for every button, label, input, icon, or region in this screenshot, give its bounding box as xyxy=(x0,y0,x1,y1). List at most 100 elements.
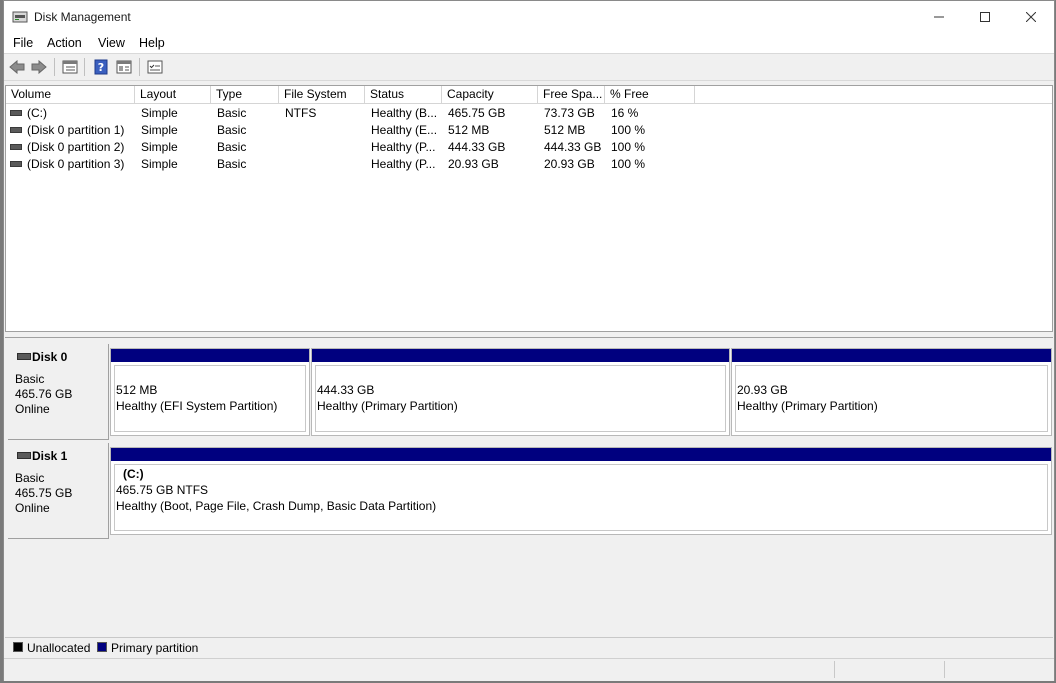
drive-icon xyxy=(10,127,22,133)
partition-disk0-efi[interactable]: 512 MB Healthy (EFI System Partition) xyxy=(110,348,310,436)
volume-list[interactable]: Volume Layout Type File System Status Ca… xyxy=(5,85,1053,332)
cell-volume: (Disk 0 partition 3) xyxy=(27,157,125,171)
column-header-layout[interactable]: Layout xyxy=(135,86,211,103)
cell-type: Basic xyxy=(217,123,247,137)
disk-type: Basic xyxy=(15,372,45,386)
disk-name: Disk 0 xyxy=(32,350,68,364)
settings-button[interactable] xyxy=(145,58,165,76)
back-arrow-icon xyxy=(9,60,25,74)
disk-graphical-view: Disk 0 Basic 465.76 GB Online 512 MB Hea… xyxy=(5,337,1053,634)
disk-icon xyxy=(17,353,31,360)
disk-0-label[interactable]: Disk 0 Basic 465.76 GB Online xyxy=(8,344,109,440)
disk-1-label[interactable]: Disk 1 Basic 465.75 GB Online xyxy=(8,443,109,539)
column-header-free-space[interactable]: Free Spa... xyxy=(538,86,605,103)
column-header-capacity[interactable]: Capacity xyxy=(442,86,538,103)
cell-capacity: 465.75 GB xyxy=(448,106,506,120)
disk-management-window: Disk Management File Action View Help ? xyxy=(3,0,1055,681)
cell-status: Healthy (P... xyxy=(371,157,436,171)
legend-label-primary: Primary partition xyxy=(111,641,199,655)
cell-volume: (Disk 0 partition 1) xyxy=(27,123,125,137)
maximize-icon xyxy=(980,12,990,22)
volume-list-icon xyxy=(62,60,78,74)
status-pane xyxy=(944,661,945,678)
cell-type: Basic xyxy=(217,140,247,154)
partition-disk0-primary-2[interactable]: 444.33 GB Healthy (Primary Partition) xyxy=(311,348,730,436)
menu-view[interactable]: View xyxy=(98,36,125,50)
column-header-type[interactable]: Type xyxy=(211,86,279,103)
drive-icon xyxy=(10,144,22,150)
partition-size: 444.33 GB xyxy=(317,383,375,397)
cell-capacity: 512 MB xyxy=(448,123,490,137)
table-row[interactable]: (Disk 0 partition 2) Simple Basic Health… xyxy=(6,139,1052,156)
cell-layout: Simple xyxy=(141,123,178,137)
toolbar: ? xyxy=(4,53,1054,81)
cell-percent-free: 16 % xyxy=(611,106,639,120)
settings-icon xyxy=(147,60,163,74)
cell-volume: (C:) xyxy=(27,106,47,120)
legend-label-unallocated: Unallocated xyxy=(27,641,91,655)
cell-capacity: 20.93 GB xyxy=(448,157,499,171)
partition-disk0-primary-3[interactable]: 20.93 GB Healthy (Primary Partition) xyxy=(731,348,1052,436)
title-bar[interactable]: Disk Management xyxy=(4,1,1054,33)
help-button[interactable]: ? xyxy=(91,58,111,76)
toolbar-separator xyxy=(139,58,140,76)
toolbar-separator xyxy=(84,58,85,76)
cell-free-space: 73.73 GB xyxy=(544,106,595,120)
column-header-row: Volume Layout Type File System Status Ca… xyxy=(6,86,1052,104)
disk-size: 465.76 GB xyxy=(15,387,73,401)
disk-state: Online xyxy=(15,501,50,515)
partition-size: 512 MB xyxy=(116,383,158,397)
minimize-button[interactable] xyxy=(916,1,962,33)
properties-icon xyxy=(116,60,132,74)
volume-list-button[interactable] xyxy=(60,58,80,76)
cell-type: Basic xyxy=(217,157,247,171)
partition-size: 465.75 GB NTFS xyxy=(116,483,209,497)
maximize-button[interactable] xyxy=(962,1,1008,33)
partition-title: (C:) xyxy=(123,467,144,481)
partition-body xyxy=(114,464,1048,531)
cell-percent-free: 100 % xyxy=(611,140,646,154)
back-button[interactable] xyxy=(7,58,27,76)
partition-status: Healthy (Primary Partition) xyxy=(317,399,458,413)
legend-swatch-primary xyxy=(97,642,107,652)
partition-size: 20.93 GB xyxy=(737,383,788,397)
svg-text:?: ? xyxy=(98,61,104,74)
cell-status: Healthy (E... xyxy=(371,123,438,137)
menu-file[interactable]: File xyxy=(13,36,33,50)
column-header-percent-free[interactable]: % Free xyxy=(605,86,695,103)
column-header-volume[interactable]: Volume xyxy=(6,86,135,103)
partition-bar xyxy=(111,349,309,362)
partition-bar xyxy=(312,349,729,362)
table-row[interactable]: (C:) Simple Basic NTFS Healthy (B... 465… xyxy=(6,105,1052,122)
disk-state: Online xyxy=(15,402,50,416)
cell-type: Basic xyxy=(217,106,247,120)
table-row[interactable]: (Disk 0 partition 3) Simple Basic Health… xyxy=(6,156,1052,173)
table-row[interactable]: (Disk 0 partition 1) Simple Basic Health… xyxy=(6,122,1052,139)
partition-status: Healthy (EFI System Partition) xyxy=(116,399,278,413)
status-pane xyxy=(834,661,835,678)
cell-free-space: 444.33 GB xyxy=(544,140,602,154)
column-header-status[interactable]: Status xyxy=(365,86,442,103)
menu-action[interactable]: Action xyxy=(47,36,82,50)
menu-bar: File Action View Help xyxy=(4,33,1054,53)
legend-swatch-unallocated xyxy=(13,642,23,652)
properties-button[interactable] xyxy=(114,58,134,76)
cell-volume: (Disk 0 partition 2) xyxy=(27,140,125,154)
partition-bar xyxy=(111,448,1051,461)
cell-layout: Simple xyxy=(141,140,178,154)
forward-button[interactable] xyxy=(29,58,49,76)
help-icon: ? xyxy=(94,59,108,75)
menu-help[interactable]: Help xyxy=(139,36,165,50)
partition-status: Healthy (Boot, Page File, Crash Dump, Ba… xyxy=(116,499,437,513)
partition-status: Healthy (Primary Partition) xyxy=(737,399,878,413)
cell-file-system: NTFS xyxy=(285,106,317,120)
partition-disk1-c[interactable]: (C:) 465.75 GB NTFS Healthy (Boot, Page … xyxy=(110,447,1052,535)
window-title: Disk Management xyxy=(34,10,131,24)
drive-icon xyxy=(10,110,22,116)
legend: Unallocated Primary partition xyxy=(5,637,1053,658)
forward-arrow-icon xyxy=(31,60,47,74)
column-header-file-system[interactable]: File System xyxy=(279,86,365,103)
cell-layout: Simple xyxy=(141,157,178,171)
close-button[interactable] xyxy=(1008,1,1054,33)
cell-status: Healthy (P... xyxy=(371,140,436,154)
